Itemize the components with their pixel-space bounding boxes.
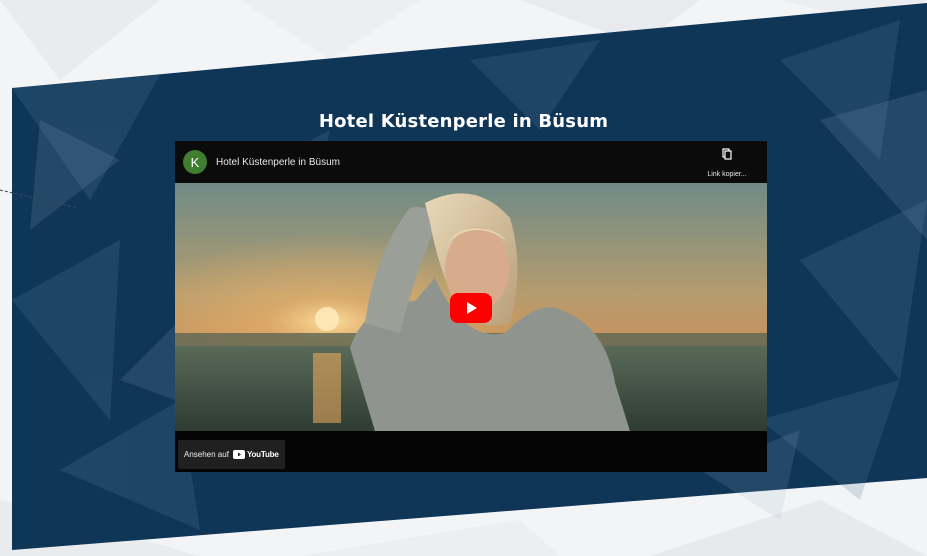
youtube-logo-icon: YouTube xyxy=(232,450,279,459)
copy-icon xyxy=(722,148,732,160)
youtube-wordmark: YouTube xyxy=(246,450,279,459)
player-header: K Hotel Küstenperle in Büsum Link kopier… xyxy=(175,141,767,183)
video-player[interactable]: K Hotel Küstenperle in Büsum Link kopier… xyxy=(175,141,767,472)
play-button[interactable] xyxy=(450,293,492,323)
video-title[interactable]: Hotel Küstenperle in Büsum xyxy=(216,157,340,168)
watch-on-label: Ansehen auf xyxy=(184,450,229,459)
copy-link-button[interactable]: Link kopier... xyxy=(697,148,757,181)
channel-avatar[interactable]: K xyxy=(183,150,207,174)
decorative-line xyxy=(0,189,79,209)
copy-link-label: Link kopier... xyxy=(707,171,747,178)
watch-on-youtube-button[interactable]: Ansehen auf YouTube xyxy=(178,440,285,469)
section-title: Hotel Küstenperle in Büsum xyxy=(318,111,609,132)
